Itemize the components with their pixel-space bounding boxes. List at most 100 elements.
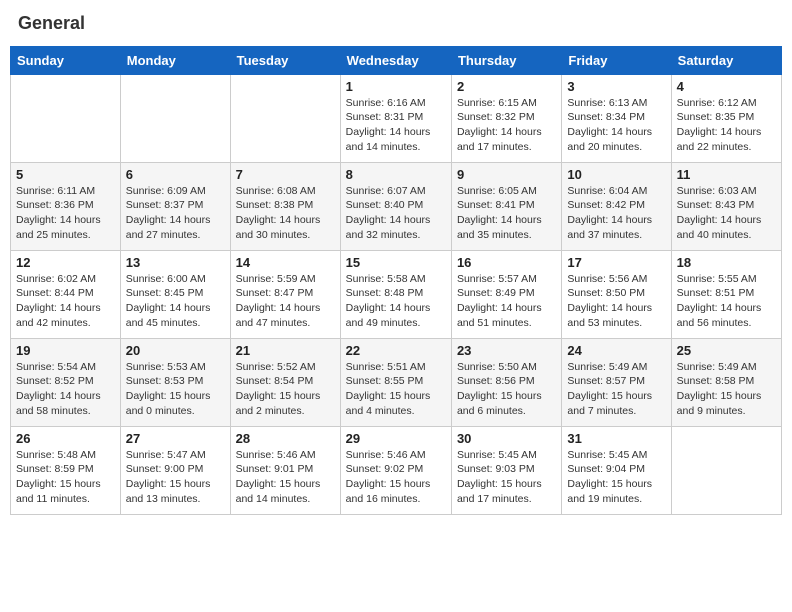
day-info: Sunrise: 6:13 AM Sunset: 8:34 PM Dayligh… [567, 96, 665, 155]
day-info: Sunrise: 6:07 AM Sunset: 8:40 PM Dayligh… [346, 184, 446, 243]
day-info: Sunrise: 5:57 AM Sunset: 8:49 PM Dayligh… [457, 272, 556, 331]
day-info: Sunrise: 5:55 AM Sunset: 8:51 PM Dayligh… [677, 272, 776, 331]
calendar-cell: 10 Sunrise: 6:04 AM Sunset: 8:42 PM Dayli… [562, 162, 671, 250]
calendar-cell: 22 Sunrise: 5:51 AM Sunset: 8:55 PM Dayli… [340, 338, 451, 426]
day-info: Sunrise: 5:52 AM Sunset: 8:54 PM Dayligh… [236, 360, 335, 419]
calendar-cell: 8 Sunrise: 6:07 AM Sunset: 8:40 PM Daylig… [340, 162, 451, 250]
calendar-cell: 9Sunrise: 6:05 AM Sunset: 8:41 PM Daylig… [451, 162, 561, 250]
day-info: Sunrise: 5:46 AM Sunset: 9:02 PM Dayligh… [346, 448, 446, 507]
day-number: 24 [567, 343, 665, 358]
day-number: 28 [236, 431, 335, 446]
calendar-week-2: 5 Sunrise: 6:11 AM Sunset: 8:36 PM Daylig… [11, 162, 782, 250]
day-info: Sunrise: 5:46 AM Sunset: 9:01 PM Dayligh… [236, 448, 335, 507]
day-number: 14 [236, 255, 335, 270]
calendar-cell: 15Sunrise: 5:58 AM Sunset: 8:48 PM Dayli… [340, 250, 451, 338]
day-info: Sunrise: 6:08 AM Sunset: 8:38 PM Dayligh… [236, 184, 335, 243]
day-info: Sunrise: 6:15 AM Sunset: 8:32 PM Dayligh… [457, 96, 556, 155]
day-info: Sunrise: 6:00 AM Sunset: 8:45 PM Dayligh… [126, 272, 225, 331]
calendar-cell: 16 Sunrise: 5:57 AM Sunset: 8:49 PM Dayli… [451, 250, 561, 338]
day-number: 6 [126, 167, 225, 182]
day-number: 2 [457, 79, 556, 94]
calendar-cell: 3 Sunrise: 6:13 AM Sunset: 8:34 PM Daylig… [562, 74, 671, 162]
day-number: 26 [16, 431, 115, 446]
calendar-body: 1 Sunrise: 6:16 AM Sunset: 8:31 PM Daylig… [11, 74, 782, 514]
day-info: Sunrise: 6:04 AM Sunset: 8:42 PM Dayligh… [567, 184, 665, 243]
calendar-cell: 2 Sunrise: 6:15 AM Sunset: 8:32 PM Daylig… [451, 74, 561, 162]
calendar-cell: 6Sunrise: 6:09 AM Sunset: 8:37 PM Daylig… [120, 162, 230, 250]
calendar-cell: 17 Sunrise: 5:56 AM Sunset: 8:50 PM Dayli… [562, 250, 671, 338]
day-number: 17 [567, 255, 665, 270]
calendar-cell [11, 74, 121, 162]
day-info: Sunrise: 5:59 AM Sunset: 8:47 PM Dayligh… [236, 272, 335, 331]
day-info: Sunrise: 6:05 AM Sunset: 8:41 PM Dayligh… [457, 184, 556, 243]
day-number: 11 [677, 167, 776, 182]
day-number: 12 [16, 255, 115, 270]
weekday-monday: Monday [120, 46, 230, 74]
day-number: 31 [567, 431, 665, 446]
day-info: Sunrise: 5:48 AM Sunset: 8:59 PM Dayligh… [16, 448, 115, 507]
day-number: 1 [346, 79, 446, 94]
weekday-tuesday: Tuesday [230, 46, 340, 74]
day-number: 10 [567, 167, 665, 182]
day-info: Sunrise: 5:56 AM Sunset: 8:50 PM Dayligh… [567, 272, 665, 331]
day-info: Sunrise: 5:45 AM Sunset: 9:03 PM Dayligh… [457, 448, 556, 507]
day-number: 30 [457, 431, 556, 446]
day-number: 18 [677, 255, 776, 270]
day-number: 19 [16, 343, 115, 358]
day-info: Sunrise: 6:02 AM Sunset: 8:44 PM Dayligh… [16, 272, 115, 331]
weekday-thursday: Thursday [451, 46, 561, 74]
calendar-cell: 1 Sunrise: 6:16 AM Sunset: 8:31 PM Daylig… [340, 74, 451, 162]
day-info: Sunrise: 5:49 AM Sunset: 8:57 PM Dayligh… [567, 360, 665, 419]
calendar-cell: 18 Sunrise: 5:55 AM Sunset: 8:51 PM Dayli… [671, 250, 781, 338]
calendar-cell: 28 Sunrise: 5:46 AM Sunset: 9:01 PM Dayli… [230, 426, 340, 514]
weekday-sunday: Sunday [11, 46, 121, 74]
calendar-cell [120, 74, 230, 162]
calendar-week-1: 1 Sunrise: 6:16 AM Sunset: 8:31 PM Daylig… [11, 74, 782, 162]
day-number: 20 [126, 343, 225, 358]
day-number: 8 [346, 167, 446, 182]
calendar-cell: 14 Sunrise: 5:59 AM Sunset: 8:47 PM Dayli… [230, 250, 340, 338]
day-number: 3 [567, 79, 665, 94]
calendar-week-5: 26 Sunrise: 5:48 AM Sunset: 8:59 PM Dayli… [11, 426, 782, 514]
calendar-cell: 20 Sunrise: 5:53 AM Sunset: 8:53 PM Dayli… [120, 338, 230, 426]
calendar-table: SundayMondayTuesdayWednesdayThursdayFrid… [10, 46, 782, 515]
day-number: 5 [16, 167, 115, 182]
day-info: Sunrise: 5:49 AM Sunset: 8:58 PM Dayligh… [677, 360, 776, 419]
calendar-cell: 30 Sunrise: 5:45 AM Sunset: 9:03 PM Dayli… [451, 426, 561, 514]
weekday-wednesday: Wednesday [340, 46, 451, 74]
day-info: Sunrise: 6:11 AM Sunset: 8:36 PM Dayligh… [16, 184, 115, 243]
weekday-saturday: Saturday [671, 46, 781, 74]
weekday-friday: Friday [562, 46, 671, 74]
weekday-header-row: SundayMondayTuesdayWednesdayThursdayFrid… [11, 46, 782, 74]
day-number: 29 [346, 431, 446, 446]
logo: General [18, 14, 85, 34]
day-number: 22 [346, 343, 446, 358]
calendar-cell: 21 Sunrise: 5:52 AM Sunset: 8:54 PM Dayli… [230, 338, 340, 426]
day-info: Sunrise: 5:51 AM Sunset: 8:55 PM Dayligh… [346, 360, 446, 419]
day-number: 16 [457, 255, 556, 270]
page-header: General [10, 10, 782, 38]
calendar-week-3: 12 Sunrise: 6:02 AM Sunset: 8:44 PM Dayli… [11, 250, 782, 338]
calendar-week-4: 19Sunrise: 5:54 AM Sunset: 8:52 PM Dayli… [11, 338, 782, 426]
calendar-cell: 5 Sunrise: 6:11 AM Sunset: 8:36 PM Daylig… [11, 162, 121, 250]
calendar-cell: 12 Sunrise: 6:02 AM Sunset: 8:44 PM Dayli… [11, 250, 121, 338]
calendar-cell [671, 426, 781, 514]
calendar-cell: 24 Sunrise: 5:49 AM Sunset: 8:57 PM Dayli… [562, 338, 671, 426]
calendar-cell: 13Sunrise: 6:00 AM Sunset: 8:45 PM Dayli… [120, 250, 230, 338]
calendar-cell: 11Sunrise: 6:03 AM Sunset: 8:43 PM Dayli… [671, 162, 781, 250]
calendar-cell: 23Sunrise: 5:50 AM Sunset: 8:56 PM Dayli… [451, 338, 561, 426]
calendar-cell: 4Sunrise: 6:12 AM Sunset: 8:35 PM Daylig… [671, 74, 781, 162]
calendar-cell: 26 Sunrise: 5:48 AM Sunset: 8:59 PM Dayli… [11, 426, 121, 514]
day-number: 27 [126, 431, 225, 446]
calendar-cell: 27 Sunrise: 5:47 AM Sunset: 9:00 PM Dayli… [120, 426, 230, 514]
day-info: Sunrise: 5:47 AM Sunset: 9:00 PM Dayligh… [126, 448, 225, 507]
day-number: 7 [236, 167, 335, 182]
day-info: Sunrise: 5:53 AM Sunset: 8:53 PM Dayligh… [126, 360, 225, 419]
day-info: Sunrise: 6:12 AM Sunset: 8:35 PM Dayligh… [677, 96, 776, 155]
day-number: 25 [677, 343, 776, 358]
day-info: Sunrise: 6:16 AM Sunset: 8:31 PM Dayligh… [346, 96, 446, 155]
calendar-cell: 31Sunrise: 5:45 AM Sunset: 9:04 PM Dayli… [562, 426, 671, 514]
calendar-cell [230, 74, 340, 162]
day-number: 15 [346, 255, 446, 270]
day-number: 21 [236, 343, 335, 358]
